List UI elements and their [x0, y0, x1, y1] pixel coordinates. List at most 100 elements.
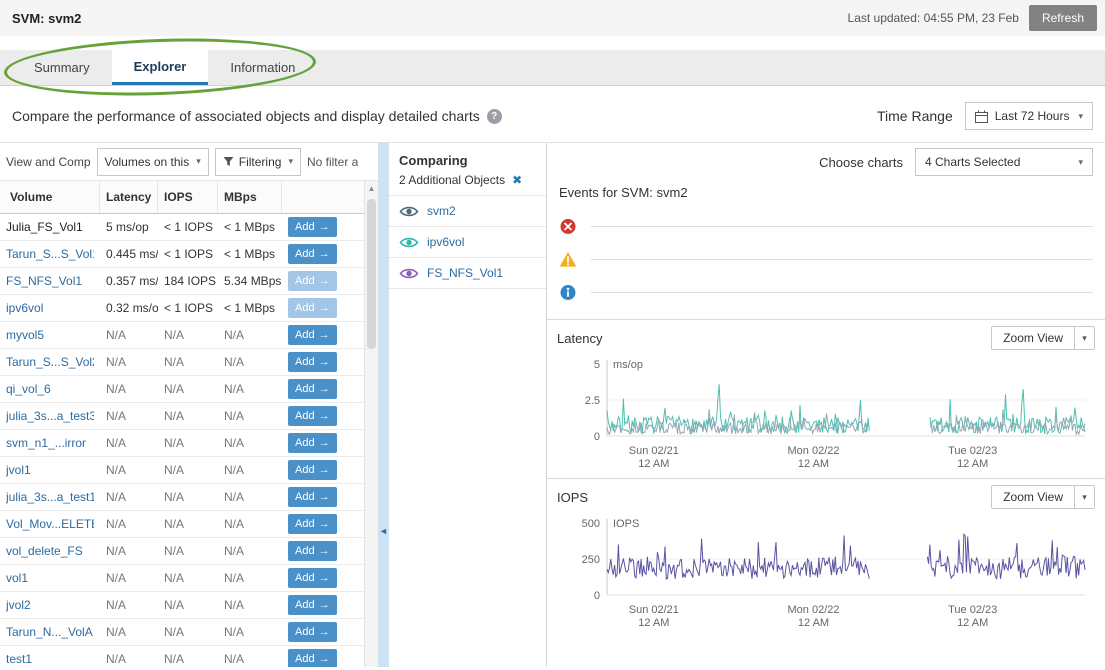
- comparing-item-name[interactable]: ipv6vol: [427, 235, 464, 249]
- scope-dropdown[interactable]: Volumes on this ▾: [97, 148, 209, 176]
- add-button[interactable]: Add→: [288, 595, 337, 615]
- choose-charts-dropdown[interactable]: 4 Charts Selected ▾: [915, 148, 1093, 176]
- scroll-up-icon[interactable]: ▲: [365, 181, 378, 196]
- collapse-strip[interactable]: ◄: [378, 143, 389, 667]
- volume-link[interactable]: Vol_Mov...ELETE: [6, 517, 94, 531]
- column-header-mbps[interactable]: MBps: [218, 181, 282, 213]
- eye-icon: [399, 236, 419, 249]
- zoom-view-button[interactable]: Zoom View: [992, 486, 1074, 508]
- help-icon[interactable]: ?: [487, 109, 502, 124]
- column-header-latency[interactable]: Latency: [100, 181, 158, 213]
- arrow-right-icon: →: [319, 437, 330, 449]
- table-row: julia_3s...a_test3N/AN/AN/AAdd→: [0, 403, 378, 430]
- add-button[interactable]: Add→: [288, 433, 337, 453]
- zoom-view-button[interactable]: Zoom View: [992, 327, 1074, 349]
- tab-information[interactable]: Information: [208, 50, 317, 85]
- eye-icon: [399, 267, 419, 280]
- cell-actions: Add→: [282, 295, 350, 321]
- scrollbar-thumb[interactable]: [367, 199, 376, 349]
- table-row: Vol_Mov...ELETEN/AN/AN/AAdd→: [0, 511, 378, 538]
- calendar-icon: [975, 110, 988, 123]
- volume-link[interactable]: svm_n1_...irror: [6, 436, 86, 450]
- cell-volume: vol_delete_FS: [0, 538, 100, 564]
- chart-title: Latency: [557, 331, 603, 346]
- volume-link[interactable]: vol_delete_FS: [6, 544, 83, 558]
- volume-link[interactable]: Tarun_S...S_Vol2: [6, 355, 94, 369]
- cell-volume: vol1: [0, 565, 100, 591]
- zoom-view-caret-button[interactable]: ▾: [1074, 327, 1094, 349]
- volume-link[interactable]: vol1: [6, 571, 28, 585]
- volume-link[interactable]: jvol2: [6, 598, 31, 612]
- volume-link[interactable]: julia_3s...a_test3: [6, 409, 94, 423]
- add-button[interactable]: Add→: [288, 622, 337, 642]
- add-button[interactable]: Add→: [288, 649, 337, 667]
- add-button[interactable]: Add→: [288, 487, 337, 507]
- cell-mbps: < 1 MBps: [218, 214, 282, 240]
- chart-card-iops: IOPSZoom View▾0250500IOPSSun 02/2112 AMM…: [547, 478, 1105, 637]
- comparing-item[interactable]: ipv6vol: [389, 226, 546, 257]
- cell-latency: 0.32 ms/op: [100, 295, 158, 321]
- add-button[interactable]: Add→: [288, 244, 337, 264]
- close-icon[interactable]: ✖: [512, 173, 522, 187]
- volume-link[interactable]: Tarun_N..._VolA: [6, 625, 93, 639]
- add-button[interactable]: Add→: [288, 325, 337, 345]
- table-row: Tarun_N..._VolAN/AN/AN/AAdd→: [0, 619, 378, 646]
- volume-link[interactable]: Tarun_S...S_Vol1: [6, 247, 94, 261]
- cell-mbps: N/A: [218, 430, 282, 456]
- add-button[interactable]: Add→: [288, 406, 337, 426]
- volume-link[interactable]: ipv6vol: [6, 301, 43, 315]
- time-range-dropdown[interactable]: Last 72 Hours ▾: [965, 102, 1093, 130]
- cell-iops: N/A: [158, 457, 218, 483]
- add-button-label: Add: [295, 518, 315, 530]
- add-button[interactable]: Add→: [288, 514, 337, 534]
- add-button[interactable]: Add→: [288, 541, 337, 561]
- eye-icon: [399, 205, 419, 218]
- cell-actions: Add→: [282, 430, 350, 456]
- cell-latency: N/A: [100, 457, 158, 483]
- add-button[interactable]: Add→: [288, 352, 337, 372]
- table-row: jvol2N/AN/AN/AAdd→: [0, 592, 378, 619]
- volume-link[interactable]: FS_NFS_Vol1: [6, 274, 82, 288]
- add-button[interactable]: Add→: [288, 460, 337, 480]
- cell-latency: N/A: [100, 322, 158, 348]
- add-button-label: Add: [295, 221, 315, 233]
- volume-link[interactable]: myvol5: [6, 328, 44, 342]
- tab-summary[interactable]: Summary: [12, 50, 112, 85]
- add-button[interactable]: Add→: [288, 379, 337, 399]
- volume-link[interactable]: julia_3s...a_test1: [6, 490, 94, 504]
- svg-text:0: 0: [594, 590, 600, 602]
- arrow-right-icon: →: [319, 248, 330, 260]
- column-header-iops[interactable]: IOPS: [158, 181, 218, 213]
- volume-link[interactable]: test1: [6, 652, 32, 666]
- cell-actions: Add→: [282, 538, 350, 564]
- chart-cards: LatencyZoom View▾02.55ms/opSun 02/2112 A…: [547, 319, 1105, 637]
- comparing-subtitle: 2 Additional Objects: [399, 173, 505, 187]
- table-scrollbar[interactable]: ▲: [364, 181, 378, 667]
- refresh-button[interactable]: Refresh: [1029, 5, 1097, 31]
- add-button-label: Add: [295, 572, 315, 584]
- arrow-right-icon: →: [319, 356, 330, 368]
- comparing-item-name[interactable]: FS_NFS_Vol1: [427, 266, 503, 280]
- cell-iops: N/A: [158, 538, 218, 564]
- comparing-item[interactable]: FS_NFS_Vol1: [389, 257, 546, 289]
- svg-text:5: 5: [594, 359, 600, 371]
- add-button[interactable]: Add→: [288, 298, 337, 318]
- comparing-item[interactable]: svm2: [389, 195, 546, 226]
- volume-link[interactable]: jvol1: [6, 463, 31, 477]
- cell-actions: Add→: [282, 484, 350, 510]
- add-button[interactable]: Add→: [288, 271, 337, 291]
- cell-latency: 0.357 ms/o: [100, 268, 158, 294]
- table-row: svm_n1_...irrorN/AN/AN/AAdd→: [0, 430, 378, 457]
- tab-explorer[interactable]: Explorer: [112, 50, 209, 85]
- comparing-item-name[interactable]: svm2: [427, 204, 456, 218]
- event-timeline: [591, 226, 1093, 227]
- zoom-view-caret-button[interactable]: ▾: [1074, 486, 1094, 508]
- view-compare-label: View and Comp: [6, 155, 91, 169]
- add-button[interactable]: Add→: [288, 217, 337, 237]
- add-button[interactable]: Add→: [288, 568, 337, 588]
- add-button-label: Add: [295, 410, 315, 422]
- volume-link[interactable]: qi_vol_6: [6, 382, 51, 396]
- filtering-dropdown[interactable]: Filtering ▾: [215, 148, 301, 176]
- comparing-title: Comparing: [399, 153, 536, 168]
- column-header-volume[interactable]: Volume: [0, 181, 100, 213]
